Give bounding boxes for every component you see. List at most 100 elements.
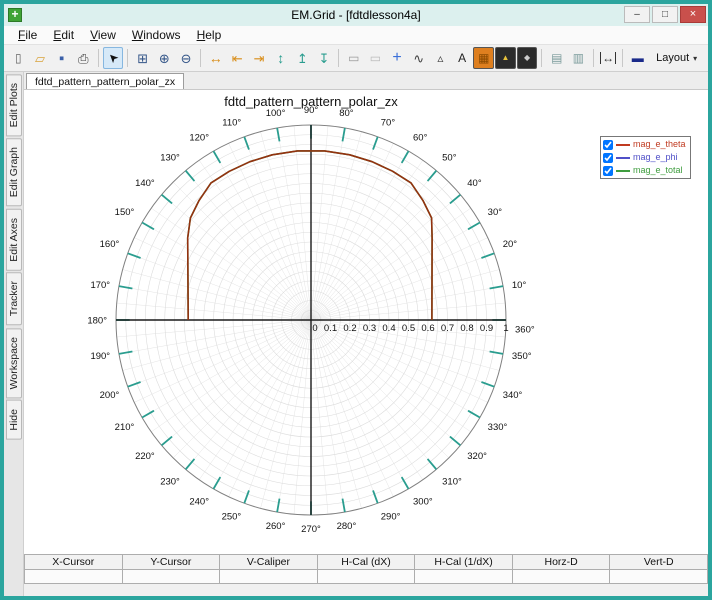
toolbar-separator	[592, 49, 594, 67]
status-header-h-cal-1-dx-: H-Cal (1/dX)	[415, 555, 513, 570]
svg-text:10°: 10°	[512, 280, 527, 291]
legend-checkbox-mag_e_theta[interactable]	[603, 139, 613, 150]
dropdown-arrow-icon: ▾	[693, 53, 698, 63]
select-region-icon: ▭	[348, 51, 360, 65]
menu-item-windows[interactable]: Windows	[124, 26, 189, 44]
plot-area[interactable]: fdtd_pattern_pattern_polar_zx 0 0.1 0.2 0.3 0…	[24, 90, 708, 554]
colormap-button[interactable]: ▦	[473, 47, 495, 69]
svg-text:240°: 240°	[189, 497, 209, 508]
v-bottom-extents-button[interactable]: ↧	[314, 47, 335, 69]
line-style-button[interactable]: ▬	[627, 47, 648, 69]
v-top-extents-icon: ↥	[296, 50, 308, 66]
svg-text:30°: 30°	[488, 207, 503, 218]
status-value-5	[512, 570, 611, 584]
legend-checkbox-mag_e_phi[interactable]	[603, 152, 613, 163]
crosshair-button[interactable]: +	[387, 47, 408, 69]
new-file-icon: ▯	[15, 51, 22, 65]
colormap-icon: ▦	[478, 51, 490, 65]
menu-item-file[interactable]: File	[10, 26, 45, 44]
trace-curve-icon: ∿	[413, 50, 425, 66]
v-full-extents-button[interactable]: ↕	[270, 47, 291, 69]
status-value-6	[610, 570, 708, 584]
select-cursor-button[interactable]: ➤	[102, 47, 124, 69]
maximize-button[interactable]: □	[652, 6, 678, 23]
v-top-extents-button[interactable]: ↥	[292, 47, 313, 69]
svg-text:360°: 360°	[515, 325, 535, 336]
window-controls: – □ ×	[624, 6, 706, 23]
main-panel: fdtd_pattern_pattern_polar_zx fdtd_patte…	[24, 72, 708, 596]
svg-text:290°: 290°	[381, 512, 401, 523]
status-value-4	[415, 570, 513, 584]
save-button[interactable]: ▪	[51, 47, 72, 69]
svg-text:330°: 330°	[488, 422, 508, 433]
h-full-extents-icon: ↔	[208, 50, 223, 66]
open-file-button[interactable]: ▱	[30, 47, 51, 69]
slope-tool-icon: ▵	[437, 51, 444, 65]
chart-legend: mag_e_theta mag_e_phi mag_e_total	[600, 136, 691, 179]
zoom-window-icon: ⊞	[137, 50, 149, 66]
legend-checkbox-mag_e_total[interactable]	[603, 165, 613, 176]
side-tab-hide[interactable]: Hide	[5, 399, 22, 440]
close-button[interactable]: ×	[680, 6, 706, 23]
open-file-icon: ▱	[35, 50, 45, 66]
layout-dropdown[interactable]: Layout ▾	[649, 47, 704, 69]
layout-label: Layout	[656, 52, 690, 64]
new-file-button[interactable]: ▯	[8, 47, 29, 69]
menu-item-help[interactable]: Help	[189, 26, 230, 44]
svg-text:0.4: 0.4	[382, 323, 395, 334]
toolbar: ▯ ▱ ▪ ⎙ ➤ ⊞ ⊕ ⊖ ↔ ⇤ ⇥ ↕ ↥ ↧ ▭ ▭ + ∿ ▵ A ▦ ▲ ◆ ▤ ▥ ↔ ▬ Layout ▾	[4, 45, 708, 72]
status-header-x-cursor: X-Cursor	[25, 555, 123, 570]
svg-text:0.8: 0.8	[460, 323, 473, 334]
menu-item-edit[interactable]: Edit	[45, 26, 82, 44]
side-tab-tracker[interactable]: Tracker	[5, 272, 22, 326]
h-full-extents-button[interactable]: ↔	[205, 47, 226, 69]
status-bar: X-Cursor Y-Cursor V-Caliper H-Cal (dX) H-Cal…	[24, 554, 708, 584]
toolbar-separator	[541, 49, 543, 67]
svg-text:310°: 310°	[442, 476, 462, 487]
minimize-button[interactable]: –	[624, 6, 650, 23]
legend-label: mag_e_theta	[633, 139, 686, 149]
grid-options-button[interactable]: ▤	[546, 47, 567, 69]
clear-region-button[interactable]: ▭	[365, 47, 386, 69]
status-header-horz-d: Horz-D	[512, 555, 611, 570]
surface-dark-button[interactable]: ▲	[495, 47, 516, 69]
svg-text:80°: 80°	[339, 108, 354, 119]
svg-text:220°: 220°	[135, 451, 155, 462]
side-tab-edit-axes[interactable]: Edit Axes	[5, 208, 22, 271]
svg-text:100°: 100°	[266, 108, 286, 119]
svg-text:130°: 130°	[160, 153, 180, 164]
svg-text:320°: 320°	[467, 451, 487, 462]
menu-item-view[interactable]: View	[82, 26, 124, 44]
side-tab-edit-plots[interactable]: Edit Plots	[5, 74, 22, 137]
zoom-in-button[interactable]: ⊕	[154, 47, 175, 69]
text-tool-button[interactable]: A	[452, 47, 473, 69]
legend-label: mag_e_total	[633, 165, 683, 175]
h-left-extents-icon: ⇤	[231, 50, 243, 66]
select-region-button[interactable]: ▭	[343, 47, 364, 69]
trace-curve-button[interactable]: ∿	[408, 47, 429, 69]
svg-text:70°: 70°	[381, 117, 396, 128]
svg-text:350°: 350°	[512, 351, 532, 362]
h-right-extents-button[interactable]: ⇥	[249, 47, 270, 69]
contour-dark-button[interactable]: ◆	[516, 47, 538, 69]
svg-text:190°: 190°	[90, 351, 110, 362]
fit-width-button[interactable]: ↔	[598, 47, 619, 69]
zoom-out-button[interactable]: ⊖	[176, 47, 197, 69]
document-tab[interactable]: fdtd_pattern_pattern_polar_zx	[26, 73, 185, 89]
axis-options-button[interactable]: ▥	[568, 47, 589, 69]
svg-text:0: 0	[312, 323, 317, 334]
content-area: Edit Plots Edit Graph Edit Axes Tracker Work…	[4, 72, 708, 596]
print-button[interactable]: ⎙	[73, 47, 94, 69]
app-icon: +	[8, 8, 22, 22]
slope-tool-button[interactable]: ▵	[430, 47, 451, 69]
h-left-extents-button[interactable]: ⇤	[227, 47, 248, 69]
svg-text:210°: 210°	[115, 422, 135, 433]
menu-bar: File Edit View Windows Help	[4, 26, 708, 45]
zoom-window-button[interactable]: ⊞	[132, 47, 153, 69]
side-tab-workspace[interactable]: Workspace	[5, 327, 22, 398]
svg-text:50°: 50°	[442, 153, 457, 164]
side-tab-edit-graph[interactable]: Edit Graph	[5, 138, 22, 207]
legend-line-swatch	[616, 156, 630, 159]
zoom-in-icon: ⊕	[158, 50, 170, 66]
toolbar-separator	[338, 49, 340, 67]
